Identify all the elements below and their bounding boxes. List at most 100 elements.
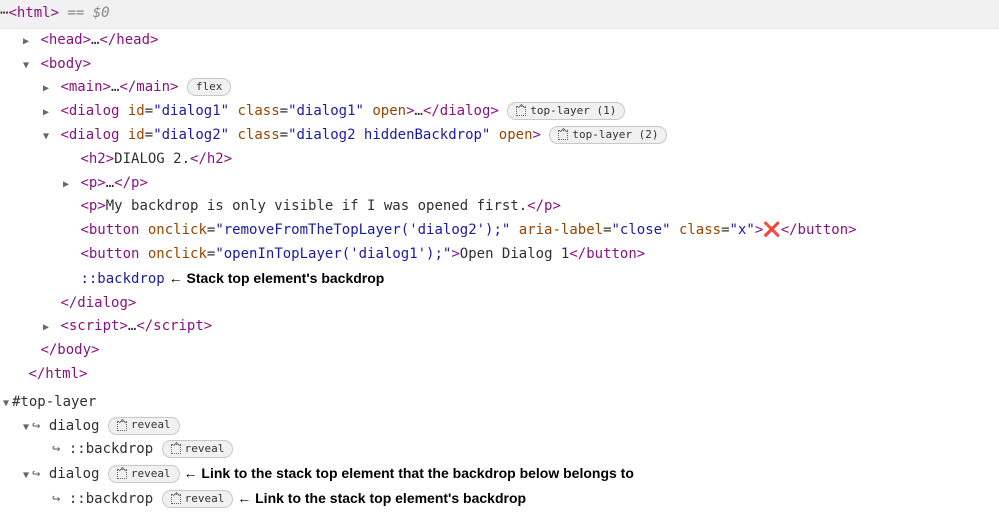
badge-label: reveal	[131, 465, 171, 484]
reveal-button[interactable]: reveal	[162, 440, 234, 458]
top-layer-item-1[interactable]: ▼↪ dialog reveal	[0, 415, 999, 439]
tag: </dialog>	[60, 295, 136, 311]
reveal-button[interactable]: reveal	[108, 465, 180, 483]
expand-icon[interactable]: ▶	[40, 319, 52, 336]
dialog2-row[interactable]: ▼ <dialog id="dialog2" class="dialog2 hi…	[0, 124, 999, 148]
reveal-icon	[117, 421, 127, 431]
console-reference: == $0	[59, 5, 110, 21]
button2-row[interactable]: ▶ <button onclick="openInTopLayer('dialo…	[0, 243, 999, 267]
reveal-button[interactable]: reveal	[108, 417, 180, 435]
reveal-icon	[171, 494, 181, 504]
backdrop-ref: ::backdrop	[69, 441, 153, 457]
body-open: <body>	[40, 56, 91, 72]
pseudo: ::backdrop	[80, 271, 164, 287]
tag: </body>	[40, 342, 99, 358]
backdrop-pseudo-row[interactable]: ▶ ::backdrop ← Stack top element's backd…	[0, 267, 999, 292]
val: "removeFromTheTopLayer('dialog2');"	[215, 222, 510, 238]
html-close-row[interactable]: ▶ </html>	[0, 363, 999, 387]
attr: id	[119, 127, 144, 143]
x-icon: ❌	[763, 222, 780, 238]
main-row[interactable]: ▶ <main>…</main> flex	[0, 76, 999, 100]
tag: </dialog>	[423, 103, 499, 119]
val: "x"	[730, 222, 755, 238]
expand-icon[interactable]: ▶	[20, 33, 32, 50]
tag: <dialog	[60, 103, 119, 119]
collapse-icon[interactable]: ▼	[20, 419, 32, 436]
text: DIALOG 2.	[114, 151, 190, 167]
expand-icon[interactable]: ▶	[60, 176, 72, 193]
tag: <p>	[80, 175, 105, 191]
top-layer-item-2[interactable]: ▼↪ dialog reveal ← Link to the stack top…	[0, 462, 999, 487]
text: Open Dialog 1	[460, 246, 570, 262]
collapse-icon[interactable]: ▼	[20, 57, 32, 74]
reveal-icon	[117, 469, 127, 479]
tag: </p>	[114, 175, 148, 191]
tag: <dialog	[60, 127, 119, 143]
tag: <button	[80, 246, 139, 262]
attr: class	[229, 127, 280, 143]
tag: <p>	[80, 198, 105, 214]
link-arrow-icon: ↪	[32, 466, 49, 482]
expand-icon[interactable]: ▶	[40, 104, 52, 121]
annotation: ← Link to the stack top element's backdr…	[233, 490, 526, 506]
val: "openInTopLayer('dialog1');"	[215, 246, 451, 262]
dialog1-row[interactable]: ▶ <dialog id="dialog1" class="dialog1" o…	[0, 100, 999, 124]
collapse-icon[interactable]: ▼	[0, 395, 12, 412]
tag: <script>	[60, 318, 127, 334]
top-layer-root-row[interactable]: ▼#top-layer	[0, 391, 999, 415]
val: "dialog1"	[288, 103, 364, 119]
tag: </button>	[569, 246, 645, 262]
top-layer-badge[interactable]: top-layer (1)	[507, 102, 625, 120]
backdrop-ref: ::backdrop	[69, 491, 153, 507]
head-row[interactable]: ▶ <head>…</head>	[0, 29, 999, 53]
expand-icon[interactable]: ▶	[40, 80, 52, 97]
selected-node-bar: ⋯<html> == $0	[0, 0, 999, 29]
badge-label: reveal	[131, 416, 171, 435]
badge-label: flex	[196, 78, 223, 97]
reveal-icon	[171, 444, 181, 454]
tag: >	[406, 103, 414, 119]
collapse-icon[interactable]: ▼	[20, 467, 32, 484]
link-arrow-icon: ↪	[52, 441, 69, 457]
dots: …	[106, 175, 114, 191]
dots: …	[415, 103, 423, 119]
body-row[interactable]: ▼ <body>	[0, 53, 999, 77]
collapse-icon[interactable]: ▼	[40, 128, 52, 145]
h2-row[interactable]: ▶ <h2>DIALOG 2.</h2>	[0, 148, 999, 172]
p1-row[interactable]: ▶ <p>…</p>	[0, 172, 999, 196]
head-open: <head>	[40, 32, 91, 48]
head-close: </head>	[99, 32, 158, 48]
tag: </button>	[781, 222, 857, 238]
badge-label: reveal	[185, 440, 225, 459]
dialog-ref: dialog	[49, 418, 100, 434]
main-close: </main>	[119, 79, 178, 95]
dialog2-close-row[interactable]: ▶ </dialog>	[0, 292, 999, 316]
attr: onclick	[139, 222, 206, 238]
flex-badge[interactable]: flex	[187, 78, 232, 96]
reveal-icon	[516, 106, 526, 116]
tag: </p>	[527, 198, 561, 214]
link-arrow-icon: ↪	[32, 418, 49, 434]
button1-row[interactable]: ▶ <button onclick="removeFromTheTopLayer…	[0, 219, 999, 243]
tag: <button	[80, 222, 139, 238]
p2-row[interactable]: ▶ <p>My backdrop is only visible if I wa…	[0, 195, 999, 219]
top-layer-backdrop-1[interactable]: ▶↪ ::backdrop reveal	[0, 438, 999, 462]
tag: </script>	[136, 318, 212, 334]
body-close-row[interactable]: ▶ </body>	[0, 339, 999, 363]
script-row[interactable]: ▶ <script>…</script>	[0, 315, 999, 339]
badge-label: top-layer (2)	[572, 126, 658, 145]
attr: onclick	[139, 246, 206, 262]
val: "dialog2"	[153, 127, 229, 143]
val: "dialog2 hiddenBackdrop"	[288, 127, 490, 143]
attr: aria-label	[510, 222, 603, 238]
dialog-ref: dialog	[49, 466, 100, 482]
tag: >	[451, 246, 459, 262]
top-layer-badge[interactable]: top-layer (2)	[549, 126, 667, 144]
main-open: <main>	[60, 79, 111, 95]
val: "close"	[612, 222, 671, 238]
attr: open	[490, 127, 532, 143]
tag: </html>	[28, 366, 87, 382]
reveal-button[interactable]: reveal	[162, 490, 234, 508]
html-open-tag[interactable]: <html>	[8, 5, 59, 21]
top-layer-backdrop-2[interactable]: ▶↪ ::backdrop reveal ← Link to the stack…	[0, 487, 999, 512]
